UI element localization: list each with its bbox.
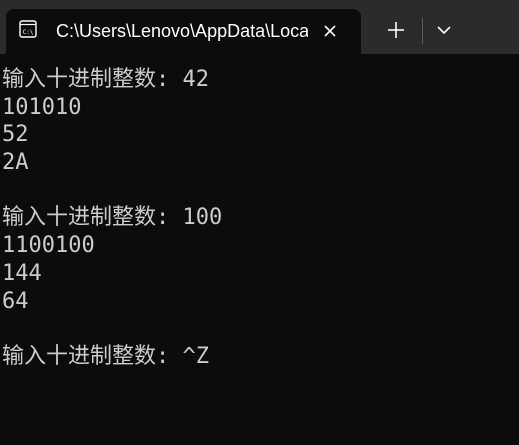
terminal-window: C:\ C:\Users\Lenovo\AppData\Local 输入十进制整… — [0, 0, 519, 445]
console-line: 64 — [2, 288, 29, 314]
console-line: 144 — [2, 260, 42, 286]
console-output[interactable]: 输入十进制整数: 42 101010 52 2A 输入十进制整数: 100 11… — [0, 54, 519, 445]
titlebar-divider — [422, 18, 423, 44]
console-line: 101010 — [2, 94, 82, 120]
terminal-tab[interactable]: C:\ C:\Users\Lenovo\AppData\Local — [6, 9, 361, 54]
chevron-down-icon[interactable] — [428, 14, 460, 46]
console-line: 输入十进制整数: ^Z — [2, 343, 209, 369]
console-line: 1100100 — [2, 233, 95, 259]
terminal-icon: C:\ — [19, 20, 37, 38]
close-icon[interactable] — [319, 20, 341, 42]
svg-text:C:\: C:\ — [23, 29, 34, 36]
plus-icon[interactable] — [380, 14, 412, 46]
console-line: 输入十进制整数: 42 — [2, 67, 209, 92]
console-line: 2A — [2, 150, 29, 176]
console-line: 输入十进制整数: 100 — [2, 205, 223, 231]
console-line: 52 — [2, 122, 29, 148]
title-bar: C:\ C:\Users\Lenovo\AppData\Local — [0, 0, 519, 54]
tab-title: C:\Users\Lenovo\AppData\Local — [56, 21, 308, 41]
